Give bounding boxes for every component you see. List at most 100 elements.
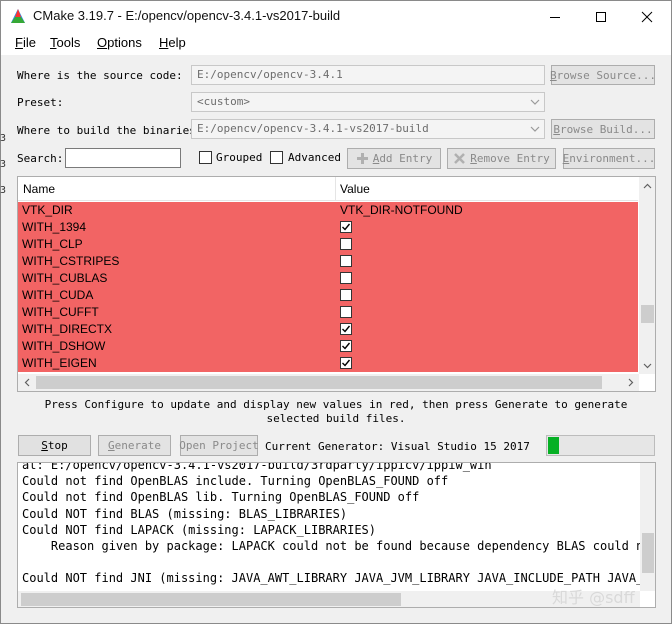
close-button[interactable] [624,2,670,32]
menu-help[interactable]: Help [159,35,186,50]
browse-source-label: Browse Source... [550,68,656,82]
build-path-combobox[interactable]: E:/opencv/opencv-3.4.1-vs2017-build [191,119,545,139]
cache-entry-checkbox-checked[interactable] [340,323,352,335]
table-body: VTK_DIR VTK_DIR-NOTFOUND WITH_1394 WITH_CLP… [18,202,638,372]
configure-hint: Press Configure to update and display ne… [44,398,628,425]
background-glyph: 3 [0,133,7,144]
log-line: at: E:/opencv/opencv-3.4.1-vs2017-build/… [22,462,492,472]
cache-entry-checkbox-checked[interactable] [340,340,352,352]
browse-source-button[interactable]: Browse Source... [550,65,656,85]
cmake-triangle-icon [10,8,26,24]
log-horizontal-scrollbar[interactable] [18,591,640,607]
table-row[interactable]: WITH_EIGEN [18,355,638,372]
open-project-button[interactable]: Open Project [179,435,259,456]
preset-value: <custom> [197,95,250,108]
stop-button[interactable]: Stop [18,435,91,456]
source-label: Where is the source code: [17,69,183,82]
grouped-label: Grouped [216,151,263,164]
environment-label: Environment... [562,152,656,165]
remove-entry-button[interactable]: Remove Entry [447,148,556,169]
cache-entry-checkbox[interactable] [340,306,352,318]
table-vertical-scrollbar[interactable] [639,177,655,374]
column-header-value[interactable]: Value [340,182,370,196]
table-row[interactable]: VTK_DIR VTK_DIR-NOTFOUND [18,202,638,219]
checkmark-icon [342,359,351,367]
remove-entry-label: Remove Entry [470,152,550,165]
table-row[interactable]: WITH_CSTRIPES [18,253,638,270]
table-row[interactable]: WITH_CUBLAS [18,270,638,287]
log-line: Could not find OpenBLAS lib. Turning Ope… [22,490,420,505]
cache-entry-name: WITH_DSHOW [22,339,106,353]
table-row[interactable]: WITH_CUDA [18,287,638,304]
log-vertical-scroll-thumb[interactable] [642,533,654,573]
cache-entry-name: WITH_CUDA [22,288,94,302]
cache-entry-checkbox[interactable] [340,238,352,250]
add-entry-button[interactable]: Add Entry [347,148,441,169]
table-row[interactable]: WITH_1394 [18,219,638,236]
cache-entry-checkbox[interactable] [340,289,352,301]
table-horizontal-scrollbar[interactable] [18,374,639,391]
cache-entry-name: WITH_DIRECTX [22,322,112,336]
scroll-down-arrow-icon[interactable] [639,357,655,374]
table-row[interactable]: WITH_CUFFT [18,304,638,321]
column-header-name[interactable]: Name [23,182,55,196]
scroll-left-arrow-icon[interactable] [18,374,35,391]
scroll-right-arrow-icon[interactable] [622,374,639,391]
output-log-text: at: E:/opencv/opencv-3.4.1-vs2017-build/… [22,462,655,587]
checkmark-icon [342,223,351,231]
browse-build-button[interactable]: Browse Build... [551,119,655,139]
close-icon [641,11,653,23]
source-path-field[interactable]: E:/opencv/opencv-3.4.1 [191,65,545,85]
cache-entry-name: VTK_DIR [22,203,73,217]
progress-bar-fill [548,437,559,454]
search-input[interactable] [65,148,181,168]
log-line: Could not find OpenBLAS include. Turning… [22,474,449,489]
preset-combobox[interactable]: <custom> [191,92,545,112]
cache-entry-name: WITH_CUFFT [22,305,99,319]
table-row[interactable]: WITH_DSHOW [18,338,638,355]
title-bar[interactable]: CMake 3.19.7 - E:/opencv/opencv-3.4.1-vs… [1,1,671,31]
cache-entry-checkbox[interactable] [340,255,352,267]
progress-bar [546,435,655,456]
chevron-down-icon [530,126,540,132]
table-row[interactable]: WITH_DIRECTX [18,321,638,338]
menu-bar: File Tools Options Help [1,31,671,55]
background-window-strip: 3 3 3 [0,126,8,206]
advanced-checkbox[interactable] [270,151,283,164]
maximize-button[interactable] [578,2,624,32]
build-label: Where to build the binaries: [17,124,203,137]
checkmark-icon [342,342,351,350]
cache-entry-checkbox-checked[interactable] [340,221,352,233]
table-vertical-scroll-thumb[interactable] [641,305,654,323]
cache-entry-checkbox-checked[interactable] [340,357,352,369]
preset-label: Preset: [17,96,64,109]
log-vertical-scrollbar[interactable] [640,463,655,591]
generate-button[interactable]: Generate [98,435,171,456]
add-entry-label: Add Entry [372,152,433,165]
maximize-icon [596,12,606,22]
cache-entry-name: WITH_CSTRIPES [22,254,120,268]
minimize-button[interactable] [532,2,578,32]
scroll-up-arrow-icon[interactable] [639,177,655,194]
remove-x-icon [454,153,466,164]
column-divider[interactable] [335,177,336,201]
cache-entry-value[interactable]: VTK_DIR-NOTFOUND [340,203,463,217]
cache-entry-checkbox[interactable] [340,272,352,284]
stop-label: Stop [41,439,68,452]
cache-entry-name: WITH_CLP [22,237,83,251]
menu-file[interactable]: File [15,35,36,50]
background-glyph: 3 [0,185,7,196]
menu-tools[interactable]: Tools [50,35,80,50]
log-horizontal-scroll-thumb[interactable] [21,593,401,606]
grouped-checkbox[interactable] [199,151,212,164]
log-line: Could NOT find LAPACK (missing: LAPACK_L… [22,522,377,537]
menu-options[interactable]: Options [97,35,142,50]
watermark: 知乎 @sdff [552,588,635,607]
current-generator-text: Current Generator: Visual Studio 15 2017 [265,440,530,453]
table-horizontal-scroll-thumb[interactable] [36,376,602,389]
environment-button[interactable]: Environment... [563,148,655,169]
build-path-value: E:/opencv/opencv-3.4.1-vs2017-build [197,122,429,135]
minimize-icon [550,17,560,18]
table-row[interactable]: WITH_CLP [18,236,638,253]
